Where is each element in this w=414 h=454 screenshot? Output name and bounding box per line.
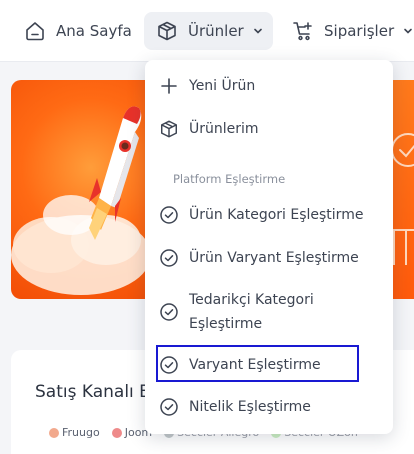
check-circle-icon [159, 248, 179, 268]
menu-item-label: Yeni Ürün [189, 78, 256, 94]
rocket-illustration [11, 106, 151, 295]
home-icon [24, 20, 46, 42]
menu-item-label: Tedarikçi Kategori Eşleştirme [189, 292, 314, 332]
nav-home-label: Ana Sayfa [56, 22, 132, 40]
top-navbar: Ana Sayfa Ürünler Siparişler [0, 0, 414, 62]
menu-item-my-products[interactable]: Ürünlerim [159, 119, 259, 139]
menu-item-label: Nitelik Eşleştirme [189, 399, 311, 415]
nav-orders[interactable]: Siparişler [282, 12, 414, 50]
legend-item[interactable]: Fruugo [49, 426, 100, 439]
legend-dot [111, 427, 122, 438]
box-icon [159, 119, 179, 139]
legend-label: Fruugo [62, 426, 100, 439]
menu-item-label: Ürün Kategori Eşleştirme [189, 207, 364, 223]
nav-orders-label: Siparişler [324, 22, 395, 40]
chevron-down-icon [402, 25, 414, 37]
menu-section-header: Platform Eşleştirme [173, 172, 286, 186]
sales-channel-title: Satış Kanalı B [35, 382, 151, 402]
chevron-down-icon [252, 25, 264, 37]
legend-dot [49, 427, 59, 438]
menu-item-product-variant-mapping[interactable]: Ürün Varyant Eşleştirme [159, 248, 359, 268]
menu-item-product-category-mapping[interactable]: Ürün Kategori Eşleştirme [159, 205, 363, 225]
nav-products[interactable]: Ürünler [144, 12, 273, 50]
nav-products-label: Ürünler [188, 22, 244, 40]
plus-icon [159, 76, 179, 96]
check-circle-icon [159, 302, 179, 322]
check-circle-icon [159, 205, 179, 225]
check-circle-icon [159, 397, 179, 417]
menu-item-supplier-category-mapping[interactable]: Tedarikçi Kategori Eşleştirme [159, 288, 389, 336]
menu-item-label: Ürünlerim [189, 121, 259, 137]
nav-home[interactable]: Ana Sayfa [14, 12, 142, 50]
box-icon [156, 20, 178, 42]
menu-item-label: Ürün Varyant Eşleştirme [189, 250, 359, 266]
hero-banner [11, 80, 156, 299]
products-dropdown-menu: Yeni Ürün Ürünlerim Platform Eşleştirme … [145, 60, 393, 434]
menu-item-new-product[interactable]: Yeni Ürün [159, 76, 255, 96]
cart-plus-icon [292, 20, 314, 42]
selection-highlight [156, 345, 359, 382]
menu-item-attribute-mapping[interactable]: Nitelik Eşleştirme [159, 397, 311, 417]
